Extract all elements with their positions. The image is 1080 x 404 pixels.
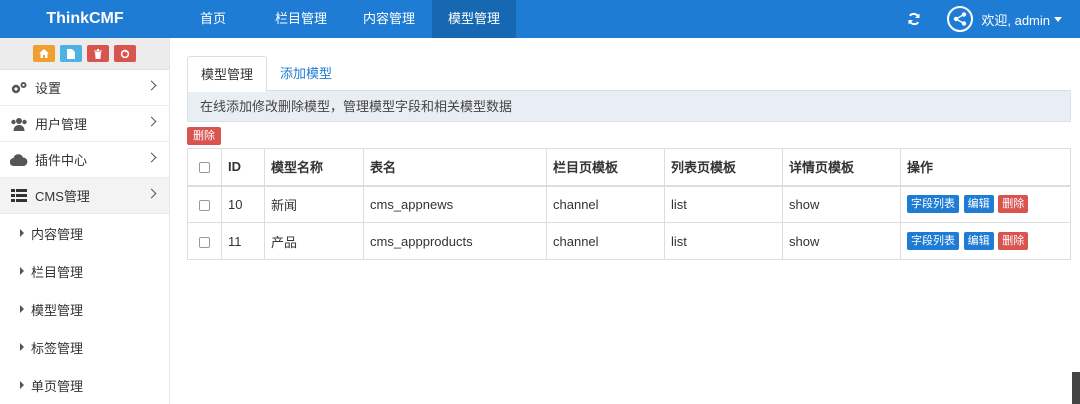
row-checkbox[interactable] xyxy=(199,236,210,248)
cell-channel-template: channel xyxy=(546,222,665,260)
cloud-icon xyxy=(10,152,28,168)
row-checkbox[interactable] xyxy=(199,199,210,211)
cell-actions: 字段列表 编辑 删除 xyxy=(900,185,1071,223)
sidebar-subitem-category[interactable]: 栏目管理 xyxy=(0,252,169,290)
sidebar-item-label: 设置 xyxy=(35,81,62,96)
recycle-icon[interactable] xyxy=(114,45,136,62)
trash-icon[interactable] xyxy=(87,45,109,62)
list-icon xyxy=(10,188,28,204)
sidebar-item-cms[interactable]: CMS管理 xyxy=(0,178,169,214)
edit-button[interactable]: 编辑 xyxy=(963,195,994,214)
share-node-icon[interactable] xyxy=(947,6,974,32)
delete-button[interactable]: 删除 xyxy=(998,195,1029,214)
sidebar-subitem-label: 模型管理 xyxy=(31,302,84,318)
sidebar-subitem-label: 内容管理 xyxy=(31,226,84,242)
chevron-right-icon xyxy=(146,188,157,199)
col-actions: 操作 xyxy=(900,148,1071,187)
sidebar-subitem-label: 标签管理 xyxy=(31,340,84,356)
col-detail-template: 详情页模板 xyxy=(782,148,901,187)
cell-list-template: list xyxy=(664,222,783,260)
col-list-template: 列表页模板 xyxy=(664,148,783,187)
caret-right-icon xyxy=(20,305,24,313)
welcome-user[interactable]: 欢迎, admin xyxy=(981,10,1050,29)
sidebar-item-plugins[interactable]: 插件中心 xyxy=(0,142,169,178)
cell-actions: 字段列表 编辑 删除 xyxy=(900,222,1071,260)
gears-icon xyxy=(10,80,28,96)
cell-model-name: 产品 xyxy=(264,222,364,260)
tab-model-manage[interactable]: 模型管理 xyxy=(187,56,268,92)
cell-detail-template: show xyxy=(782,185,901,223)
cell-detail-template: show xyxy=(782,222,901,260)
sidebar-subitem-label: 栏目管理 xyxy=(31,264,84,280)
cell-channel-template: channel xyxy=(546,185,665,223)
model-table: ID 模型名称 表名 栏目页模板 列表页模板 详情页模板 操作 10 新闻 cm… xyxy=(187,148,1071,260)
sidebar-shortcuts xyxy=(0,38,169,70)
sidebar-subitem-pages[interactable]: 单页管理 xyxy=(0,366,169,404)
chevron-right-icon xyxy=(146,116,157,127)
top-navbar: ThinkCMF 首页 栏目管理 内容管理 模型管理 欢迎, admin xyxy=(0,0,1080,38)
sidebar: 设置 用户管理 插件中心 CMS管理 内容管理 栏目管理 模型管理 标签管理 单… xyxy=(0,38,170,404)
caret-down-icon[interactable] xyxy=(1054,16,1062,22)
sidebar-subitem-model[interactable]: 模型管理 xyxy=(0,290,169,328)
chevron-right-icon xyxy=(146,80,157,91)
nav-item-home[interactable]: 首页 xyxy=(170,0,256,38)
cell-list-template: list xyxy=(664,185,783,223)
users-icon xyxy=(10,116,28,132)
field-list-button[interactable]: 字段列表 xyxy=(907,195,959,214)
col-table-name: 表名 xyxy=(363,148,547,187)
file-icon[interactable] xyxy=(60,45,82,62)
scrollbar[interactable] xyxy=(1072,372,1080,404)
sidebar-item-label: 插件中心 xyxy=(35,153,88,168)
caret-right-icon xyxy=(20,381,24,389)
col-id: ID xyxy=(221,148,265,187)
nav-item-category[interactable]: 栏目管理 xyxy=(256,0,346,38)
cell-table-name: cms_appproducts xyxy=(363,222,547,260)
delete-button[interactable]: 删除 xyxy=(998,232,1029,250)
table-row: 10 新闻 cms_appnews channel list show 字段列表… xyxy=(187,185,1071,223)
col-model-name: 模型名称 xyxy=(264,148,364,187)
info-alert: 在线添加修改删除模型，管理模型字段和相关模型数据 xyxy=(187,91,1071,122)
sidebar-item-label: CMS管理 xyxy=(35,189,90,204)
cell-model-name: 新闻 xyxy=(264,185,364,223)
cell-table-name: cms_appnews xyxy=(363,185,547,223)
top-nav-menu: 首页 栏目管理 内容管理 模型管理 xyxy=(170,0,516,38)
edit-button[interactable]: 编辑 xyxy=(963,232,994,250)
nav-item-model[interactable]: 模型管理 xyxy=(432,0,516,38)
brand-logo[interactable]: ThinkCMF xyxy=(0,0,170,38)
nav-item-content[interactable]: 内容管理 xyxy=(346,0,432,38)
sidebar-subitem-label: 单页管理 xyxy=(31,378,84,394)
chevron-right-icon xyxy=(146,152,157,163)
cell-id: 10 xyxy=(221,185,265,223)
caret-right-icon xyxy=(20,343,24,351)
caret-right-icon xyxy=(20,229,24,237)
tab-bar: 模型管理 添加模型 xyxy=(187,56,1071,92)
nav-right: 欢迎, admin xyxy=(903,0,1080,38)
table-row: 11 产品 cms_appproducts channel list show … xyxy=(187,222,1071,260)
row-select-cell xyxy=(187,185,222,223)
tab-add-model[interactable]: 添加模型 xyxy=(267,56,345,91)
refresh-icon[interactable] xyxy=(903,0,925,38)
select-all-checkbox[interactable] xyxy=(199,162,210,174)
sidebar-item-label: 用户管理 xyxy=(35,117,88,132)
col-channel-template: 栏目页模板 xyxy=(546,148,665,187)
row-select-cell xyxy=(187,222,222,260)
bulk-delete-button[interactable]: 删除 xyxy=(187,127,221,145)
field-list-button[interactable]: 字段列表 xyxy=(907,232,959,250)
cell-id: 11 xyxy=(221,222,265,260)
main-content: 模型管理 添加模型 在线添加修改删除模型，管理模型字段和相关模型数据 删除 ID… xyxy=(187,56,1071,260)
sidebar-subitem-tags[interactable]: 标签管理 xyxy=(0,328,169,366)
select-all-header xyxy=(187,148,222,187)
sidebar-item-settings[interactable]: 设置 xyxy=(0,70,169,106)
sidebar-item-users[interactable]: 用户管理 xyxy=(0,106,169,142)
table-header-row: ID 模型名称 表名 栏目页模板 列表页模板 详情页模板 操作 xyxy=(187,148,1071,187)
sidebar-subitem-content[interactable]: 内容管理 xyxy=(0,214,169,252)
home-icon[interactable] xyxy=(33,45,55,62)
caret-right-icon xyxy=(20,267,24,275)
